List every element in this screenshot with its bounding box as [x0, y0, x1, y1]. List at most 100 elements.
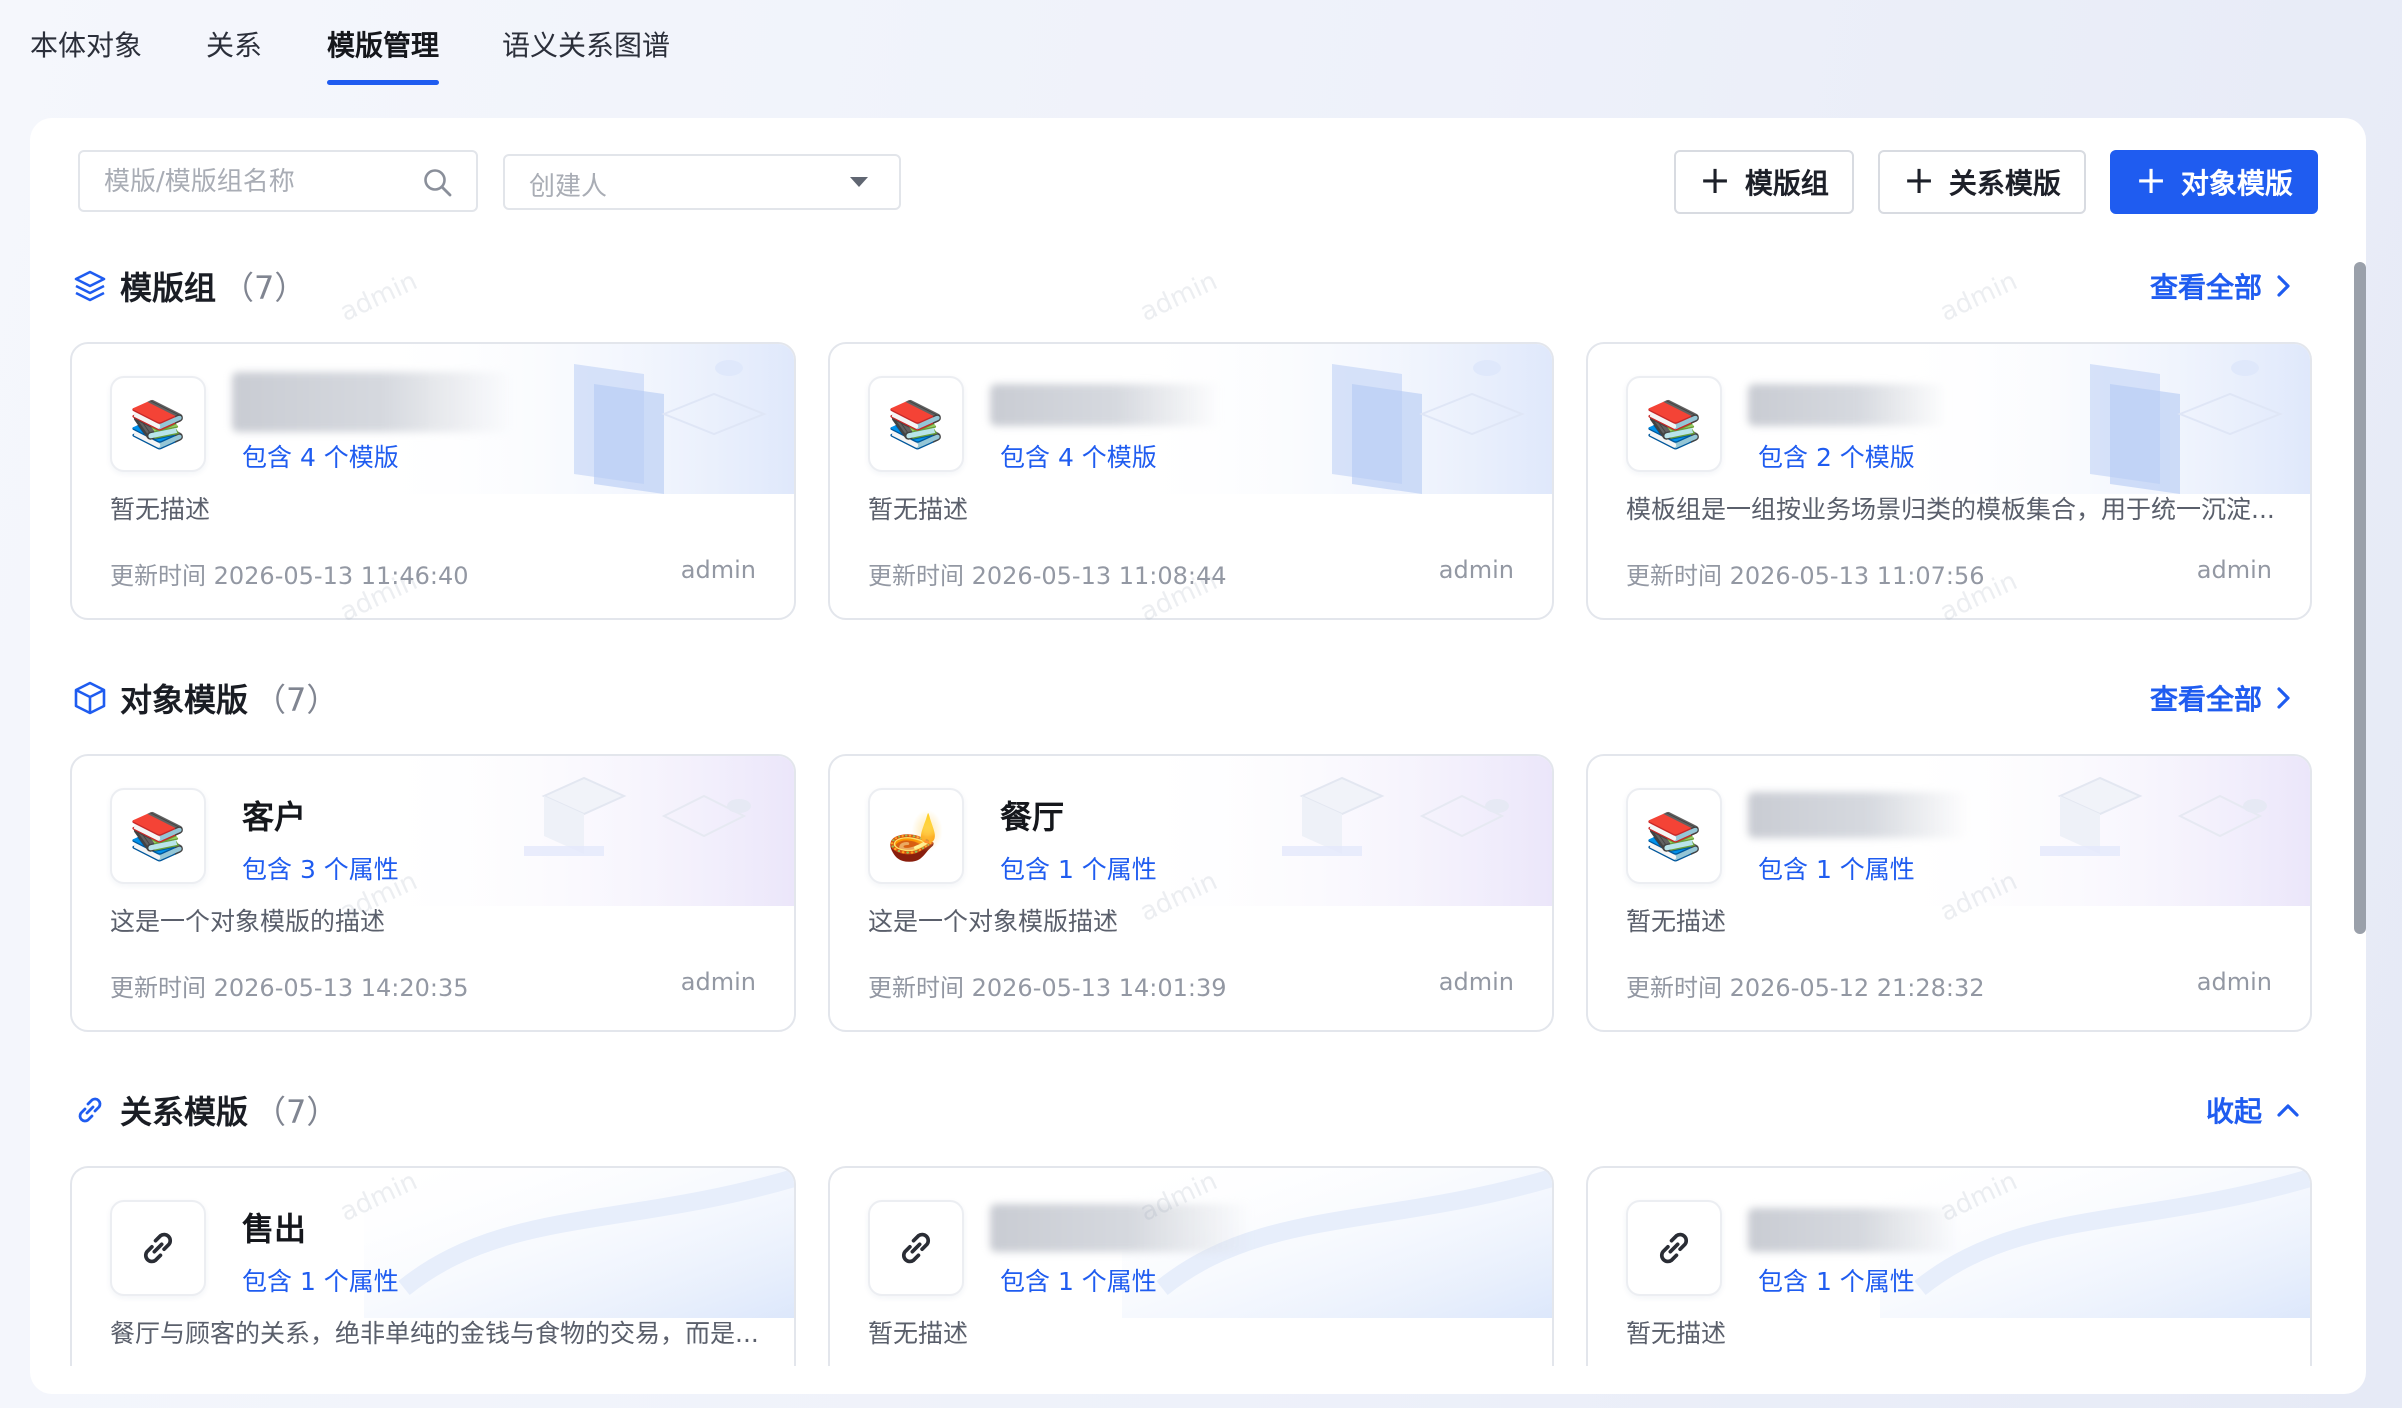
redacted-title [1748, 1208, 1958, 1252]
books-icon: 📚 [1645, 809, 1703, 863]
vertical-scrollbar-thumb[interactable] [2354, 262, 2366, 934]
card-owner: admin [2196, 968, 2272, 996]
chevron-right-icon [2277, 275, 2290, 297]
card-updated-time: 更新时间 2026-05-13 11:46:40 [110, 562, 469, 590]
card-updated-time: 更新时间 2026-05-12 21:28:32 [1626, 974, 1985, 1002]
collapse-relations-link[interactable]: 收起 [2206, 1088, 2300, 1132]
add-object-template-button[interactable]: + 对象模版 [2110, 150, 2318, 214]
relation-template-section-header: 关系模版 （7） [72, 1088, 338, 1132]
link-icon [901, 1232, 931, 1264]
card-icon-box: 📚 [110, 788, 206, 884]
card-icon-box [868, 1200, 964, 1296]
section-count: （7） [222, 269, 307, 307]
card-icon-box: 🪔 [868, 788, 964, 884]
relation-template-card[interactable]: 售出 包含 1 个属性 餐厅与顾客的关系，绝非单纯的金钱与食物的交易，而是... [70, 1166, 796, 1366]
chevron-right-icon [2277, 687, 2290, 709]
card-description: 暂无描述 [868, 1319, 969, 1348]
card-title: 售出 [242, 1210, 307, 1248]
card-updated-time: 更新时间 2026-05-13 14:20:35 [110, 974, 469, 1002]
card-updated-time: 更新时间 2026-05-13 14:01:39 [868, 974, 1227, 1002]
tab-ontology-objects[interactable]: 本体对象 [30, 28, 142, 64]
card-owner: admin [2196, 556, 2272, 584]
card-count: 包含 1 个属性 [242, 1267, 399, 1296]
books-icon: 📚 [129, 809, 187, 863]
link-icon [78, 1097, 102, 1123]
collapse-label: 收起 [2206, 1095, 2263, 1128]
view-all-groups-link[interactable]: 查看全部 [2150, 264, 2292, 308]
template-group-card[interactable]: 📚 包含 2 个模版 模板组是一组按业务场景归类的模板集合，用于统一沉淀... … [1586, 342, 2312, 620]
add-object-template-label: 对象模版 [2180, 167, 2293, 200]
search-field[interactable] [78, 150, 478, 212]
card-owner: admin [1438, 556, 1514, 584]
card-description: 这是一个对象模版的描述 [110, 907, 386, 936]
add-template-group-button[interactable]: + 模版组 [1674, 150, 1854, 214]
card-owner: admin [680, 968, 756, 996]
section-count: （7） [254, 1093, 339, 1131]
card-description: 暂无描述 [110, 495, 211, 524]
relation-template-card[interactable]: 包含 1 个属性 暂无描述 [1586, 1166, 2312, 1366]
section-title: 关系模版 [120, 1093, 249, 1131]
section-title: 对象模版 [120, 681, 249, 719]
card-icon-box: 📚 [868, 376, 964, 472]
card-count: 包含 1 个属性 [1758, 1267, 1915, 1296]
redacted-title [990, 1204, 1250, 1252]
card-description: 暂无描述 [868, 495, 969, 524]
tab-template-management[interactable]: 模版管理 [327, 28, 439, 64]
search-input[interactable] [104, 164, 404, 200]
tab-semantic-graph[interactable]: 语义关系图谱 [502, 28, 670, 64]
section-title: 模版组 [120, 269, 217, 307]
creator-select[interactable]: 创建人 [503, 154, 901, 210]
object-template-card[interactable]: 📚 客户 包含 3 个属性 这是一个对象模版的描述 更新时间 2026-05-1… [70, 754, 796, 1032]
active-tab-indicator [327, 80, 439, 85]
template-group-card[interactable]: 📚 包含 4 个模版 暂无描述 更新时间 2026-05-13 11:08:44… [828, 342, 1554, 620]
plus-icon: + [2135, 158, 2167, 202]
books-icon: 📚 [887, 397, 945, 451]
object-template-section-header: 对象模版 （7） [72, 676, 338, 720]
relation-template-card[interactable]: 包含 1 个属性 暂无描述 [828, 1166, 1554, 1366]
template-group-section-header: 模版组 （7） [72, 264, 306, 308]
card-count: 包含 1 个属性 [1000, 1267, 1157, 1296]
card-description: 暂无描述 [1626, 1319, 1727, 1348]
add-relation-template-label: 关系模版 [1948, 167, 2061, 200]
card-icon-box: 📚 [110, 376, 206, 472]
redacted-title [990, 384, 1220, 426]
cube-icon [74, 681, 106, 715]
layers-icon [74, 270, 106, 302]
lamp-icon: 🪔 [887, 809, 945, 863]
object-template-card[interactable]: 📚 包含 1 个属性 暂无描述 更新时间 2026-05-12 21:28:32… [1586, 754, 2312, 1032]
card-owner: admin [680, 556, 756, 584]
add-template-group-label: 模版组 [1744, 167, 1829, 200]
books-icon: 📚 [1645, 397, 1703, 451]
object-template-card[interactable]: 🪔 餐厅 包含 1 个属性 这是一个对象模版描述 更新时间 2026-05-13… [828, 754, 1554, 1032]
card-description: 这是一个对象模版描述 [868, 907, 1119, 936]
card-icon-box: 📚 [1626, 788, 1722, 884]
card-description: 模板组是一组按业务场景归类的模板集合，用于统一沉淀... [1626, 495, 2275, 524]
view-all-label: 查看全部 [2150, 683, 2263, 716]
card-count: 包含 4 个模版 [1000, 443, 1157, 472]
redacted-title [1748, 792, 1968, 838]
card-owner: admin [1438, 968, 1514, 996]
card-count: 包含 1 个属性 [1758, 855, 1915, 884]
creator-select-placeholder: 创建人 [529, 172, 608, 202]
card-count: 包含 1 个属性 [1000, 855, 1157, 884]
card-count: 包含 3 个属性 [242, 855, 399, 884]
link-icon [1659, 1232, 1689, 1264]
redacted-title [232, 372, 512, 432]
template-group-card[interactable]: 📚 包含 4 个模版 暂无描述 更新时间 2026-05-13 11:46:40… [70, 342, 796, 620]
caret-down-icon [850, 177, 868, 187]
card-count: 包含 2 个模版 [1758, 443, 1915, 472]
card-background-illustration [364, 1168, 794, 1318]
link-icon [143, 1232, 173, 1264]
books-icon: 📚 [129, 397, 187, 451]
card-count: 包含 4 个模版 [242, 443, 399, 472]
tab-relations[interactable]: 关系 [206, 28, 262, 64]
add-relation-template-button[interactable]: + 关系模版 [1878, 150, 2086, 214]
card-background-illustration [1122, 756, 1552, 906]
chevron-up-icon [2277, 1104, 2299, 1117]
card-background-illustration [364, 756, 794, 906]
top-tab-bar: 本体对象 关系 模版管理 语义关系图谱 [0, 0, 2402, 118]
search-icon[interactable] [422, 167, 454, 199]
view-all-objects-link[interactable]: 查看全部 [2150, 676, 2292, 720]
view-all-label: 查看全部 [2150, 271, 2263, 304]
card-icon-box [1626, 1200, 1722, 1296]
